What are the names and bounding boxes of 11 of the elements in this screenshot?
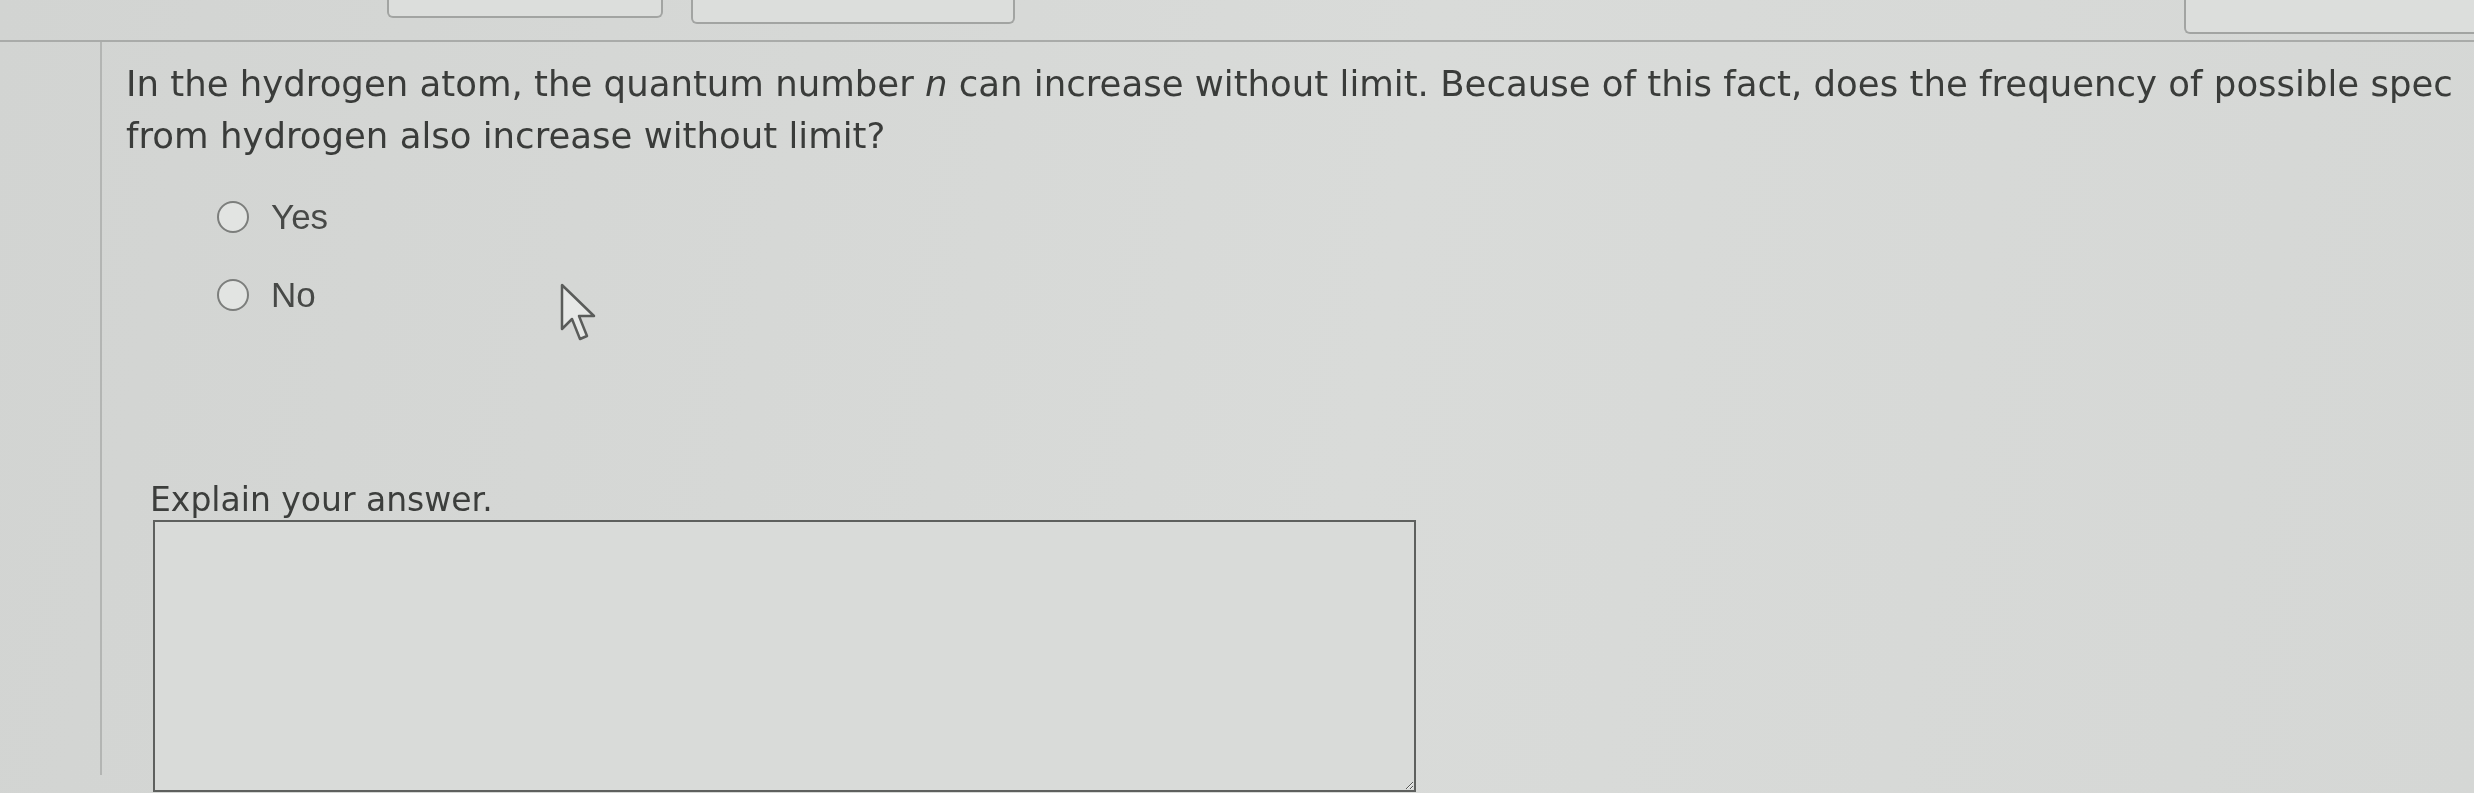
header-button[interactable] [691, 0, 1015, 24]
question-text: In the hydrogen atom, the quantum number n can increase without limit. Because of this fact, does the frequency of possible spec from hydrogen also increase without limit? [126, 62, 2454, 158]
radio-button[interactable] [217, 201, 249, 233]
option-label[interactable]: Yes [271, 197, 329, 237]
cursor-icon [560, 283, 598, 341]
radio-button[interactable] [217, 279, 249, 311]
header-button[interactable] [2184, 0, 2474, 34]
header-button[interactable] [387, 0, 663, 18]
option-label[interactable]: No [271, 275, 316, 315]
answer-box[interactable] [153, 520, 1416, 792]
explain-prompt: Explain your answer. [150, 482, 493, 518]
